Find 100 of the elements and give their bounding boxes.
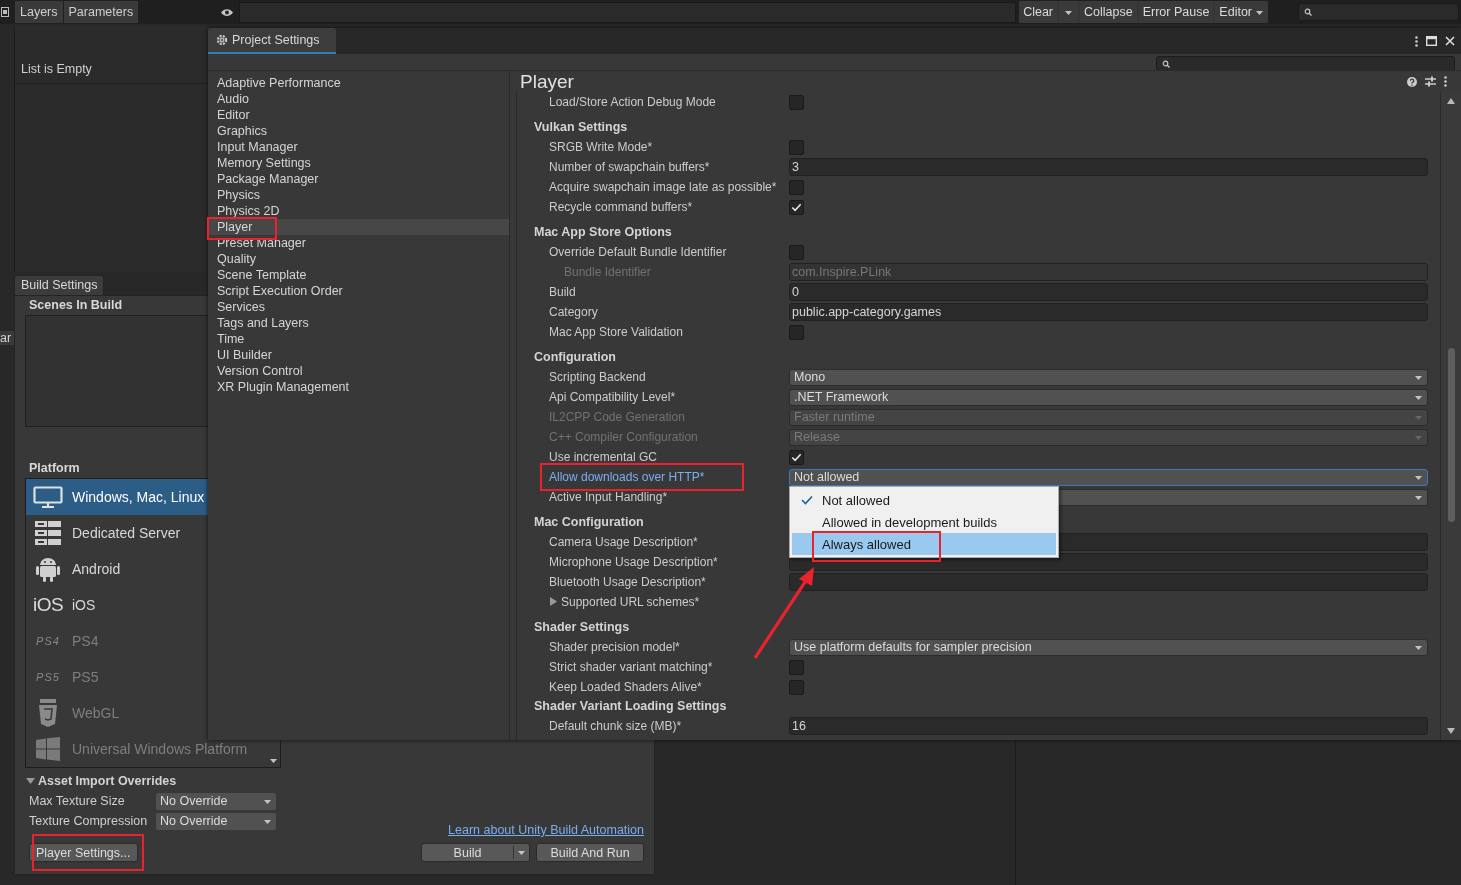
panel-tab[interactable]: Parameters (63, 1, 139, 23)
dropdown-button[interactable] (1059, 1, 1078, 23)
dropdown-field[interactable]: Use platform defaults for sampler precision (789, 638, 1428, 656)
category-item[interactable]: Graphics (208, 123, 509, 139)
category-item[interactable]: Package Manager (208, 171, 509, 187)
menu-item[interactable]: Always allowed (792, 533, 1056, 555)
platform-logo: iOS (32, 594, 64, 616)
category-item[interactable]: XR Plugin Management (208, 379, 509, 395)
category-item[interactable]: Tags and Layers (208, 315, 509, 331)
dropdown-field[interactable]: No Override (156, 812, 276, 830)
field-label: Shader precision model* (549, 640, 680, 654)
checkbox[interactable] (789, 679, 804, 695)
dropdown-field[interactable]: Mono (789, 368, 1428, 386)
text-field[interactable]: public.app-category.games (789, 303, 1428, 321)
checkbox[interactable] (789, 139, 804, 155)
field-label: Texture Compression (29, 814, 149, 828)
panel-icon (1, 7, 9, 17)
dropdown-field[interactable]: .NET Framework (789, 388, 1428, 406)
checkbox[interactable] (789, 199, 804, 215)
category-item[interactable]: Services (208, 299, 509, 315)
dropdown-field[interactable]: Not allowed (789, 468, 1428, 486)
field-label: Acquire swapchain image late as possible* (549, 180, 777, 194)
field-label: IL2CPP Code Generation (549, 410, 685, 424)
caret-icon (1414, 393, 1423, 401)
caret-icon (1414, 373, 1423, 381)
platform-item[interactable]: Dedicated Server (26, 515, 280, 551)
checkbox[interactable] (789, 449, 804, 465)
category-item[interactable]: Time (208, 331, 509, 347)
search-field[interactable] (1298, 3, 1459, 21)
field-label: Api Compatibility Level* (549, 390, 676, 404)
foldout[interactable]: Supported URL schemes* (549, 594, 700, 609)
windows-icon (36, 737, 60, 761)
caret-icon (1414, 413, 1423, 421)
field-label: Mac App Store Validation (549, 325, 683, 339)
section-heading: Scenes In Build (29, 298, 123, 312)
checkbox[interactable] (789, 244, 804, 260)
console-button[interactable]: Error Pause (1138, 1, 1214, 23)
scroll-up-icon (1447, 98, 1455, 104)
sliders-icon (1425, 76, 1436, 87)
link[interactable]: Learn about Unity Build Automation (448, 823, 644, 837)
field-label: Override Default Bundle Identifier (549, 245, 727, 259)
platform-label: iOS (72, 597, 96, 613)
section-heading: Mac App Store Options (534, 224, 672, 241)
text-field[interactable]: 3 (789, 158, 1428, 176)
field-label: Active Input Handling* (549, 490, 668, 504)
close-icon (1445, 36, 1455, 46)
more-icon (1444, 76, 1447, 87)
field-label: Use incremental GC (549, 450, 658, 464)
platform-label: Dedicated Server (72, 525, 181, 541)
panel-tab[interactable]: Layers (15, 1, 63, 23)
android-icon (36, 556, 60, 582)
platform-logo: PS4 (36, 635, 60, 647)
category-item[interactable]: Player (208, 219, 509, 235)
category-item[interactable]: Editor (208, 107, 509, 123)
player-settings-button[interactable]: Player Settings... (29, 843, 138, 862)
field-label: Scripting Backend (549, 370, 646, 384)
text-field[interactable] (789, 573, 1428, 591)
category-item[interactable]: UI Builder (208, 347, 509, 363)
dropdown-field[interactable]: No Override (156, 792, 276, 810)
category-item[interactable]: Physics 2D (208, 203, 509, 219)
category-item[interactable]: Audio (208, 91, 509, 107)
console-button[interactable]: Collapse (1080, 1, 1137, 23)
section-heading: Vulkan Settings (534, 119, 628, 136)
server-icon (35, 521, 61, 545)
window-tab[interactable]: Project Settings (208, 28, 336, 54)
category-item[interactable]: Version Control (208, 363, 509, 379)
checkbox[interactable] (789, 94, 804, 110)
menu-item[interactable]: Allowed in development builds (792, 511, 1056, 533)
maximize-icon (1426, 36, 1437, 46)
checkbox[interactable] (789, 179, 804, 195)
category-item[interactable]: Script Execution Order (208, 283, 509, 299)
caret-icon (1414, 473, 1423, 481)
dropdown-button[interactable]: Editor (1215, 1, 1268, 23)
category-item[interactable]: Memory Settings (208, 155, 509, 171)
scroll-down-icon (1447, 728, 1455, 734)
field-label: Build (549, 285, 576, 299)
text-field[interactable]: 16 (789, 717, 1428, 735)
window-tab[interactable]: Build Settings (14, 275, 105, 295)
scrollbar[interactable] (1441, 92, 1461, 740)
caret-icon (263, 797, 272, 805)
checkbox[interactable] (789, 324, 804, 340)
field-label: Recycle command buffers* (549, 200, 693, 214)
checkbox[interactable] (789, 659, 804, 675)
menu-item[interactable]: Not allowed (792, 489, 1056, 511)
category-item[interactable]: Scene Template (208, 267, 509, 283)
platform-label: PS5 (72, 669, 99, 685)
scrollbar-thumb[interactable] (1448, 348, 1455, 522)
category-item[interactable]: Input Manager (208, 139, 509, 155)
build-and-run-button[interactable]: Build And Run (536, 843, 644, 862)
text-field[interactable]: 0 (789, 283, 1428, 301)
field-label: Bundle Identifier (564, 265, 651, 279)
category-item[interactable]: Quality (208, 251, 509, 267)
section-heading: Platform (29, 461, 80, 475)
search-icon (1304, 8, 1312, 16)
category-item[interactable]: Adaptive Performance (208, 75, 509, 91)
platform-item[interactable]: Android (26, 551, 280, 587)
platform-label: Windows, Mac, Linux (72, 489, 205, 505)
build-button[interactable]: Build (421, 843, 530, 862)
console-button[interactable]: Clear (1019, 1, 1057, 23)
category-item[interactable]: Physics (208, 187, 509, 203)
